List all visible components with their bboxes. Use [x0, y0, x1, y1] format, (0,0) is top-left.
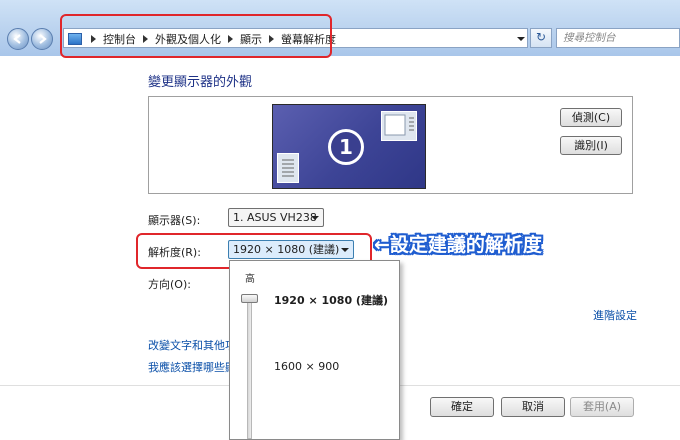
resolution-slider-thumb[interactable] [241, 294, 258, 303]
which-settings-link[interactable]: 我應該選擇哪些顯 [148, 359, 236, 375]
page-title: 變更顯示器的外觀 [148, 75, 253, 90]
window-thumbnail-icon [381, 111, 417, 141]
search-input[interactable]: 搜尋控制台 [556, 28, 680, 48]
window-thumbnail-icon [277, 153, 299, 183]
resolution-option[interactable]: 1920 × 1080 (建議) [274, 292, 388, 308]
identify-button[interactable]: 識別(I) [560, 136, 622, 155]
refresh-button[interactable]: ↻ [530, 28, 552, 48]
display-select-value: 1. ASUS VH238 [233, 211, 317, 224]
monitor-number-badge: 1 [328, 129, 364, 165]
resolution-option[interactable]: 1600 × 900 [274, 360, 339, 373]
display-select[interactable]: 1. ASUS VH238 [228, 208, 324, 227]
apply-button[interactable]: 套用(A) [570, 397, 634, 417]
display-label: 顯示器(S): [148, 214, 201, 227]
ok-button[interactable]: 確定 [430, 397, 494, 417]
breadcrumb-highlight [60, 14, 332, 58]
forward-arrow-icon [39, 34, 47, 44]
window-lines-icon [282, 159, 294, 177]
advanced-settings-link[interactable]: 進階設定 [593, 307, 637, 323]
text-size-link[interactable]: 改變文字和其他項 [148, 337, 236, 353]
resolution-slider-track[interactable] [247, 299, 252, 439]
orientation-label: 方向(O): [148, 278, 191, 291]
monitor-1-preview[interactable]: 1 [272, 104, 426, 189]
window-lines-icon [384, 114, 414, 136]
back-arrow-icon [13, 34, 21, 44]
chevron-down-icon [517, 37, 525, 41]
address-dropdown-button[interactable] [514, 28, 528, 48]
back-button[interactable] [7, 28, 29, 50]
refresh-icon: ↻ [535, 30, 547, 44]
detect-button[interactable]: 偵測(C) [560, 108, 622, 127]
annotation-callout: ←設定建議的解析度 [374, 234, 542, 256]
slider-high-label: 高 [245, 274, 255, 285]
chevron-down-icon [311, 216, 319, 220]
resolution-dropdown[interactable]: 高 1920 × 1080 (建議) 1600 × 900 [229, 260, 400, 440]
forward-button[interactable] [31, 28, 53, 50]
cancel-button[interactable]: 取消 [501, 397, 565, 417]
